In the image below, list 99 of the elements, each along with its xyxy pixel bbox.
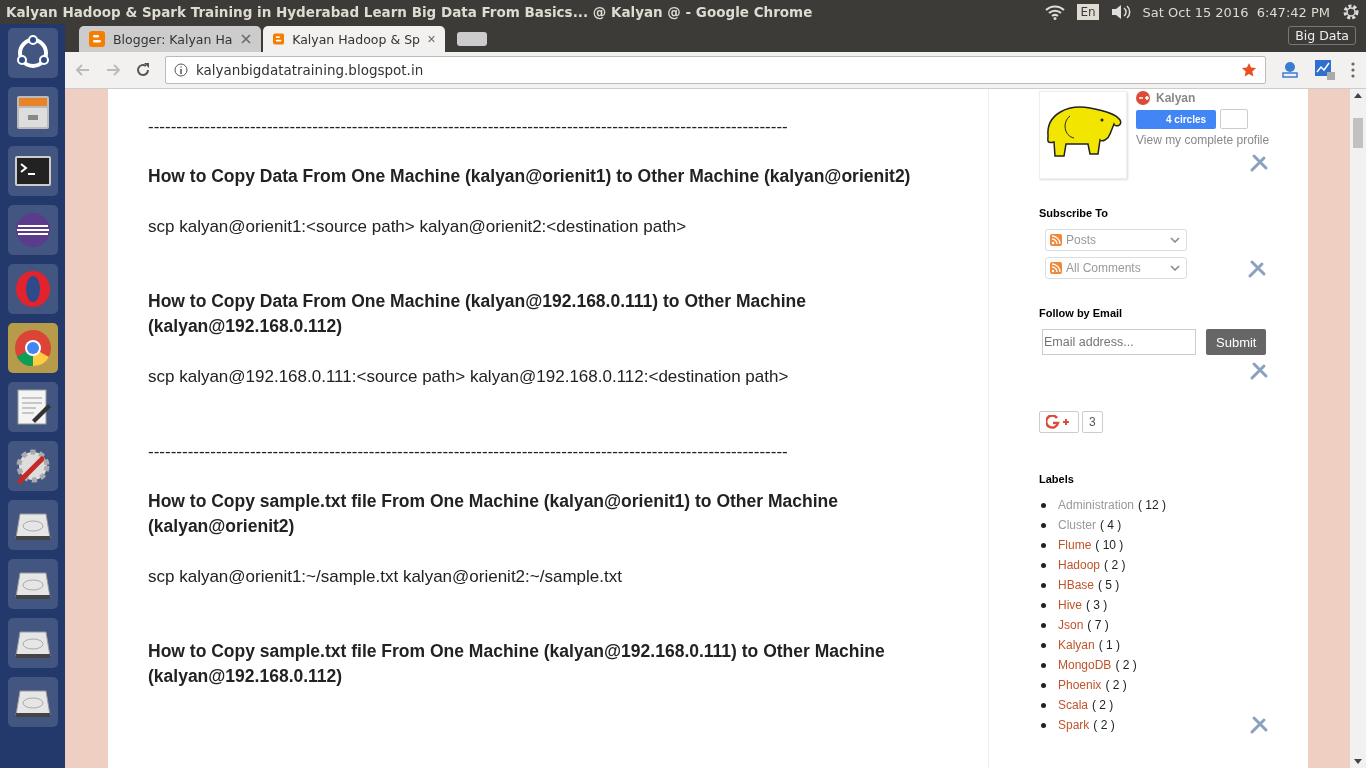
profile-name[interactable]: Kalyan — [1156, 91, 1196, 105]
command-text: scp kalyan@orienit1:~/sample.txt kalyan@orienit2:~/sample.txt — [148, 566, 623, 588]
label-link[interactable]: Json — [1058, 615, 1084, 635]
chevron-down-icon — [1170, 265, 1180, 271]
bullet-icon — [1041, 582, 1046, 588]
label-count: ( 2 ) — [1092, 697, 1114, 714]
bookmark-star-icon[interactable] — [1241, 62, 1257, 78]
reload-icon[interactable] — [135, 62, 151, 78]
google-plus-one-button[interactable] — [1039, 411, 1079, 433]
tooltip: Big Data — [1288, 26, 1356, 45]
bullet-icon — [1041, 682, 1046, 688]
post-heading: How to Copy Data From One Machine (kalyan@192.168.0.111) to Other Machine (kalyan@192.168.0.112) — [148, 290, 807, 338]
scroll-down-icon[interactable] — [1354, 759, 1362, 764]
wifi-icon[interactable] — [1045, 4, 1066, 20]
ubuntu-launcher-icon[interactable] — [7, 28, 58, 78]
menu-icon[interactable] — [1350, 61, 1356, 79]
command-text: scp kalyan@192.168.0.111:<source path> kalyan@192.168.0.112:<destination path> — [148, 366, 790, 388]
bullet-icon — [1041, 542, 1046, 548]
label-count: ( 2 ) — [1105, 677, 1127, 694]
eclipse-launcher-icon[interactable] — [7, 205, 58, 255]
terminal-launcher-icon[interactable] — [7, 146, 58, 196]
label-count: ( 2 ) — [1104, 557, 1126, 574]
submit-button[interactable]: Submit — [1206, 329, 1267, 355]
bullet-icon — [1041, 502, 1046, 508]
label-count: ( 2 ) — [1093, 717, 1115, 734]
count-bubble — [1220, 109, 1249, 129]
chevron-down-icon — [1170, 237, 1180, 243]
label-link[interactable]: Phoenix — [1058, 675, 1102, 695]
blogger-icon — [273, 31, 285, 47]
rss-icon — [1050, 234, 1062, 246]
label-link[interactable]: Administration — [1058, 495, 1135, 515]
bullet-icon — [1041, 602, 1046, 608]
bullet-icon — [1041, 722, 1046, 728]
extension-icon[interactable] — [1280, 60, 1300, 80]
files-launcher-icon[interactable] — [7, 87, 58, 137]
bullet-icon — [1041, 702, 1046, 708]
circles-button[interactable]: 4 circles — [1136, 109, 1217, 129]
address-bar[interactable]: kalyanbigdatatraining.blogspot.in — [165, 56, 1266, 84]
separator-line: ----------------------------------------------------------------------------------------------------------------- — [148, 441, 789, 463]
widget-title: Subscribe To — [1039, 207, 1109, 219]
clock[interactable]: Sat Oct 15 2016 6:47:42 PM — [1142, 4, 1330, 20]
drive-launcher-icon[interactable] — [7, 559, 58, 609]
scroll-up-icon[interactable] — [1354, 93, 1362, 98]
plus-one-count: 3 — [1082, 411, 1103, 433]
label-count: ( 10 ) — [1095, 537, 1124, 554]
drive-launcher-icon[interactable] — [7, 677, 58, 727]
settings-launcher-icon[interactable] — [7, 441, 58, 491]
keyboard-language-indicator[interactable]: En — [1077, 4, 1099, 20]
browser-tab[interactable]: Kalyan Hadoop & Sp — [263, 26, 445, 52]
label-count: ( 4 ) — [1100, 517, 1122, 534]
label-link[interactable]: Kalyan — [1058, 635, 1095, 655]
label-count: ( 5 ) — [1098, 577, 1120, 594]
chart-extension-icon[interactable] — [1314, 59, 1336, 81]
google-plus-one-icon — [1046, 415, 1072, 429]
post-heading: How to Copy Data From One Machine (kalyan@orienit1) to Other Machine (kalyan@orienit2) — [148, 165, 912, 188]
label-link[interactable]: Scala — [1058, 695, 1089, 715]
close-icon[interactable] — [241, 34, 251, 44]
label-link[interactable]: HBase — [1058, 575, 1095, 595]
editor-launcher-icon[interactable] — [7, 382, 58, 432]
window-title: Kalyan Hadoop & Spark Training in Hyderabad Learn Big Data From Basics... @ Kalyan @ - Google Chrome — [6, 4, 813, 20]
post-heading: How to Copy sample.txt file From One Machine (kalyan@orienit1) to Other Machine (kalyan@orienit2) — [148, 490, 839, 538]
power-gear-icon[interactable] — [1342, 3, 1360, 21]
close-icon[interactable] — [428, 34, 435, 44]
separator-line: ----------------------------------------------------------------------------------------------------------------- — [148, 116, 789, 138]
bullet-icon — [1041, 522, 1046, 528]
rss-icon — [1050, 262, 1062, 274]
label-link[interactable]: Flume — [1058, 535, 1092, 555]
elephant-icon — [1039, 91, 1127, 179]
scroll-thumb[interactable] — [1353, 118, 1363, 148]
widget-title: Follow by Email — [1039, 307, 1124, 319]
chrome-launcher-icon[interactable] — [7, 323, 58, 373]
label-link[interactable]: Spark — [1058, 715, 1090, 735]
label-link[interactable]: Hadoop — [1058, 555, 1101, 575]
drive-launcher-icon[interactable] — [7, 618, 58, 668]
label-count: ( 3 ) — [1086, 597, 1108, 614]
subscribe-dropdown[interactable]: All Comments — [1045, 257, 1187, 279]
scrollbar[interactable] — [1350, 89, 1366, 768]
bullet-icon — [1041, 642, 1046, 648]
label-link[interactable]: MongoDB — [1058, 655, 1112, 675]
blogger-icon — [89, 31, 105, 47]
label-link[interactable]: Hive — [1058, 595, 1082, 615]
label-count: ( 7 ) — [1087, 617, 1109, 634]
email-field[interactable]: Email address... — [1042, 329, 1196, 355]
bullet-icon — [1041, 662, 1046, 668]
label-count: ( 2 ) — [1115, 657, 1137, 674]
bullet-icon — [1041, 562, 1046, 568]
profile-link[interactable]: View my complete profile — [1136, 133, 1270, 147]
browser-tab[interactable]: Blogger: Kalyan Ha — [79, 26, 261, 52]
label-link[interactable]: Cluster — [1058, 515, 1096, 535]
volume-icon[interactable] — [1110, 4, 1131, 20]
drive-launcher-icon[interactable] — [7, 500, 58, 550]
label-count: ( 12 ) — [1138, 497, 1167, 514]
subscribe-dropdown[interactable]: Posts — [1045, 229, 1187, 251]
label-count: ( 1 ) — [1098, 637, 1121, 654]
command-text: scp kalyan@orienit1:<source path> kalyan@orienit2:<destination path> — [148, 216, 688, 238]
post-heading: How to Copy sample.txt file From One Machine (kalyan@192.168.0.111) to Other Machine (kalyan@192.168.0.112) — [148, 640, 886, 688]
bullet-icon — [1041, 622, 1046, 628]
widget-title: Labels — [1039, 473, 1075, 485]
info-icon — [174, 63, 188, 77]
